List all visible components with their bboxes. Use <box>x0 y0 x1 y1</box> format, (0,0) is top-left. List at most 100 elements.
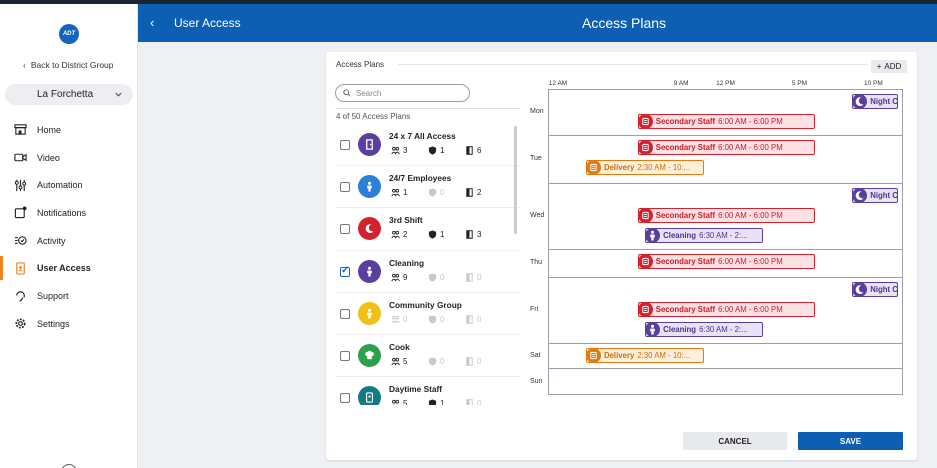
plan-stat-value: 1 <box>440 399 445 405</box>
plan-row[interactable]: 3rd Shift 2 1 3 <box>335 208 521 251</box>
event-time: 6:00 AM - 6:00 PM <box>718 117 783 126</box>
plan-checkbox[interactable] <box>340 308 350 319</box>
sidebar-item-label: Notifications <box>37 207 87 218</box>
sidebar-item-automation[interactable]: Automation <box>0 171 138 199</box>
schedule-event[interactable]: Cleaning 6:30 AM - 2:... <box>645 228 764 243</box>
moon-icon <box>358 217 381 241</box>
plan-checkbox[interactable] <box>340 350 350 361</box>
users-icon <box>391 231 400 239</box>
plan-stat-value: 3 <box>477 230 482 240</box>
plan-row[interactable]: 24 x 7 All Access 3 1 6 <box>335 124 521 167</box>
moon-icon <box>853 283 868 296</box>
schedule-event[interactable]: Secondary Staff 6:00 AM - 6:00 PM <box>637 208 816 223</box>
schedule-event[interactable]: Secondary Staff 6:00 AM - 6:00 PM <box>637 254 816 269</box>
shield-icon <box>428 273 437 282</box>
list-icon <box>638 303 653 316</box>
schedule-event[interactable]: Cleaning 6:30 AM - 2:... <box>645 322 764 337</box>
plan-stat-value: 5 <box>403 356 408 366</box>
plan-stat-users: 5 <box>391 357 428 366</box>
event-time: 2:30 AM - 10:... <box>637 163 691 172</box>
save-button[interactable]: SAVE <box>798 432 903 450</box>
plan-checkbox[interactable] <box>340 140 350 150</box>
sidebar-item-settings[interactable]: Settings <box>0 310 138 338</box>
schedule-event[interactable]: Night Clea... <box>852 94 898 109</box>
schedule-event[interactable]: Secondary Staff 6:00 AM - 6:00 PM <box>637 140 816 155</box>
weekly-schedule: Night Clea...Secondary Staff6:00 AM - 6:… <box>526 80 910 400</box>
plan-row[interactable]: 24/7 Employees 1 0 2 <box>335 166 521 209</box>
day-label: Thu <box>530 259 543 266</box>
schedule-event[interactable]: Night Clea... <box>852 188 898 203</box>
adt-logo: ADT <box>59 24 79 44</box>
cancel-button[interactable]: CANCEL <box>683 432 787 450</box>
plan-row[interactable]: Cleaning 9 0 0 <box>335 251 521 293</box>
plan-stat-value: 0 <box>477 356 482 366</box>
plan-list-scrollbar[interactable] <box>514 126 517 234</box>
add-button[interactable]: + ADD <box>871 60 907 73</box>
plan-stat-locks: 1 <box>428 230 465 239</box>
plan-row[interactable]: Cook 5 0 0 <box>335 335 521 378</box>
door-icon <box>466 146 473 155</box>
hour-label: 12 AM <box>548 80 568 87</box>
schedule-event[interactable]: Night Clea... <box>852 282 898 297</box>
notification-icon <box>13 206 27 220</box>
person-icon <box>358 175 381 199</box>
door-icon <box>466 314 473 324</box>
site-selector[interactable]: La Forchetta <box>5 84 133 105</box>
door-icon <box>466 272 473 282</box>
user-avatar[interactable] <box>61 464 77 468</box>
door-icon <box>466 399 473 405</box>
sidebar-item-label: Activity <box>37 235 66 246</box>
plan-stat-value: 0 <box>477 314 482 324</box>
schedule-event[interactable]: Secondary Staff 6:00 AM - 6:00 PM <box>637 302 816 317</box>
event-name: Secondary Staff <box>655 143 716 152</box>
plan-checkbox[interactable] <box>340 224 350 235</box>
plan-checkbox[interactable] <box>340 182 350 193</box>
sidebar-item-activity[interactable]: Activity <box>0 227 138 255</box>
day-divider <box>549 135 902 136</box>
search-input[interactable]: Search <box>335 84 470 102</box>
schedule-event[interactable]: Delivery 2:30 AM - 10:... <box>585 348 705 363</box>
plan-stat-value: 0 <box>440 272 445 282</box>
hour-label: 10 PM <box>864 80 883 87</box>
event-name: Secondary Staff <box>655 257 716 266</box>
sidebar-item-video[interactable]: Video <box>0 144 138 172</box>
plan-stat-value: 3 <box>403 146 408 155</box>
day-label: Tue <box>530 155 542 162</box>
badge-icon <box>358 386 381 405</box>
plan-name: 3rd Shift <box>389 215 423 226</box>
plan-list[interactable]: 24 x 7 All Access 3 1 6 24/7 Employees 1 0 2 3rd… <box>335 124 521 405</box>
back-to-district-link[interactable]: ‹ Back to District Group <box>23 60 114 70</box>
sidebar-item-user-access[interactable]: User Access <box>0 254 138 282</box>
list-icon <box>638 115 653 128</box>
plan-stats: 5 0 0 <box>391 357 502 366</box>
plan-stat-value: 1 <box>403 188 408 198</box>
schedule-event[interactable]: Delivery 2:30 AM - 10:... <box>585 160 705 175</box>
event-time: 6:30 AM - 2:... <box>699 325 748 334</box>
plan-checkbox[interactable] <box>340 265 350 277</box>
plan-row[interactable]: Daytime Staff 5 1 0 <box>335 377 521 405</box>
plan-stat-locks: 0 <box>428 273 465 282</box>
plan-row[interactable]: Community Group 0 0 0 <box>335 293 521 335</box>
sidebar-item-notifications[interactable]: Notifications <box>0 199 138 227</box>
search-placeholder: Search <box>356 88 382 98</box>
sidebar-item-home[interactable]: Home <box>0 116 138 144</box>
schedule-event[interactable]: Secondary Staff 6:00 AM - 6:00 PM <box>637 114 816 129</box>
plan-stat-value: 0 <box>440 314 445 324</box>
plan-stat-users: 9 <box>391 273 428 282</box>
hour-label: 5 PM <box>791 80 808 87</box>
plan-stats: 5 1 0 <box>391 399 502 405</box>
plan-checkbox[interactable] <box>340 393 350 404</box>
plan-stat-value: 2 <box>403 230 408 240</box>
back-link-label: Back to District Group <box>30 60 114 70</box>
sidebar-item-support[interactable]: Support <box>0 282 138 310</box>
sidebar-nav: Home Video Automation Notifications Acti… <box>0 116 138 338</box>
back-chevron-icon[interactable]: ‹ <box>150 15 154 30</box>
list-icon <box>638 141 653 154</box>
sidebar: ADT ‹ Back to District Group La Forchett… <box>0 4 138 468</box>
plan-stats: 9 0 0 <box>391 273 502 282</box>
plan-stat-value: 5 <box>403 399 408 405</box>
add-button-label: ADD <box>884 62 902 71</box>
event-time: 6:30 AM - 2:... <box>699 231 748 240</box>
breadcrumb[interactable]: User Access <box>174 16 241 30</box>
plan-stats: 0 0 0 <box>391 315 502 324</box>
